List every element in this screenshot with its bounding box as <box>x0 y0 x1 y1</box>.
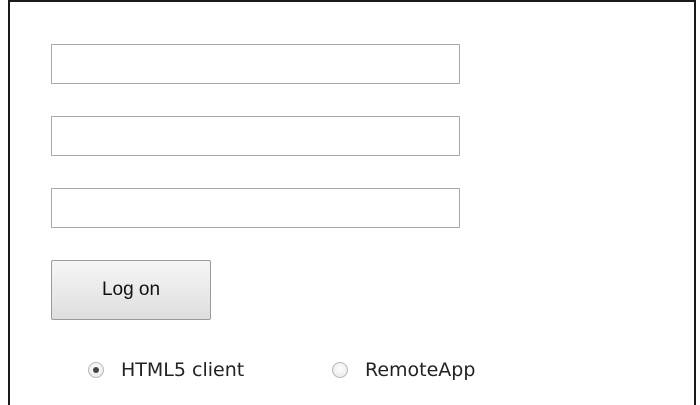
remoteapp-label: RemoteApp <box>365 359 476 381</box>
html5-client-label: HTML5 client <box>121 359 245 381</box>
login-panel: Log on HTML5 client RemoteApp <box>8 0 696 405</box>
remoteapp-radio[interactable] <box>332 362 348 378</box>
username-field[interactable] <box>51 44 460 84</box>
radio-option-remoteapp[interactable]: RemoteApp <box>332 355 475 385</box>
log-on-button[interactable]: Log on <box>51 260 211 320</box>
html5-client-radio[interactable] <box>88 362 104 378</box>
radio-option-html5-client[interactable]: HTML5 client <box>88 355 244 385</box>
password-field[interactable] <box>51 116 460 156</box>
domain-field[interactable] <box>51 188 460 228</box>
